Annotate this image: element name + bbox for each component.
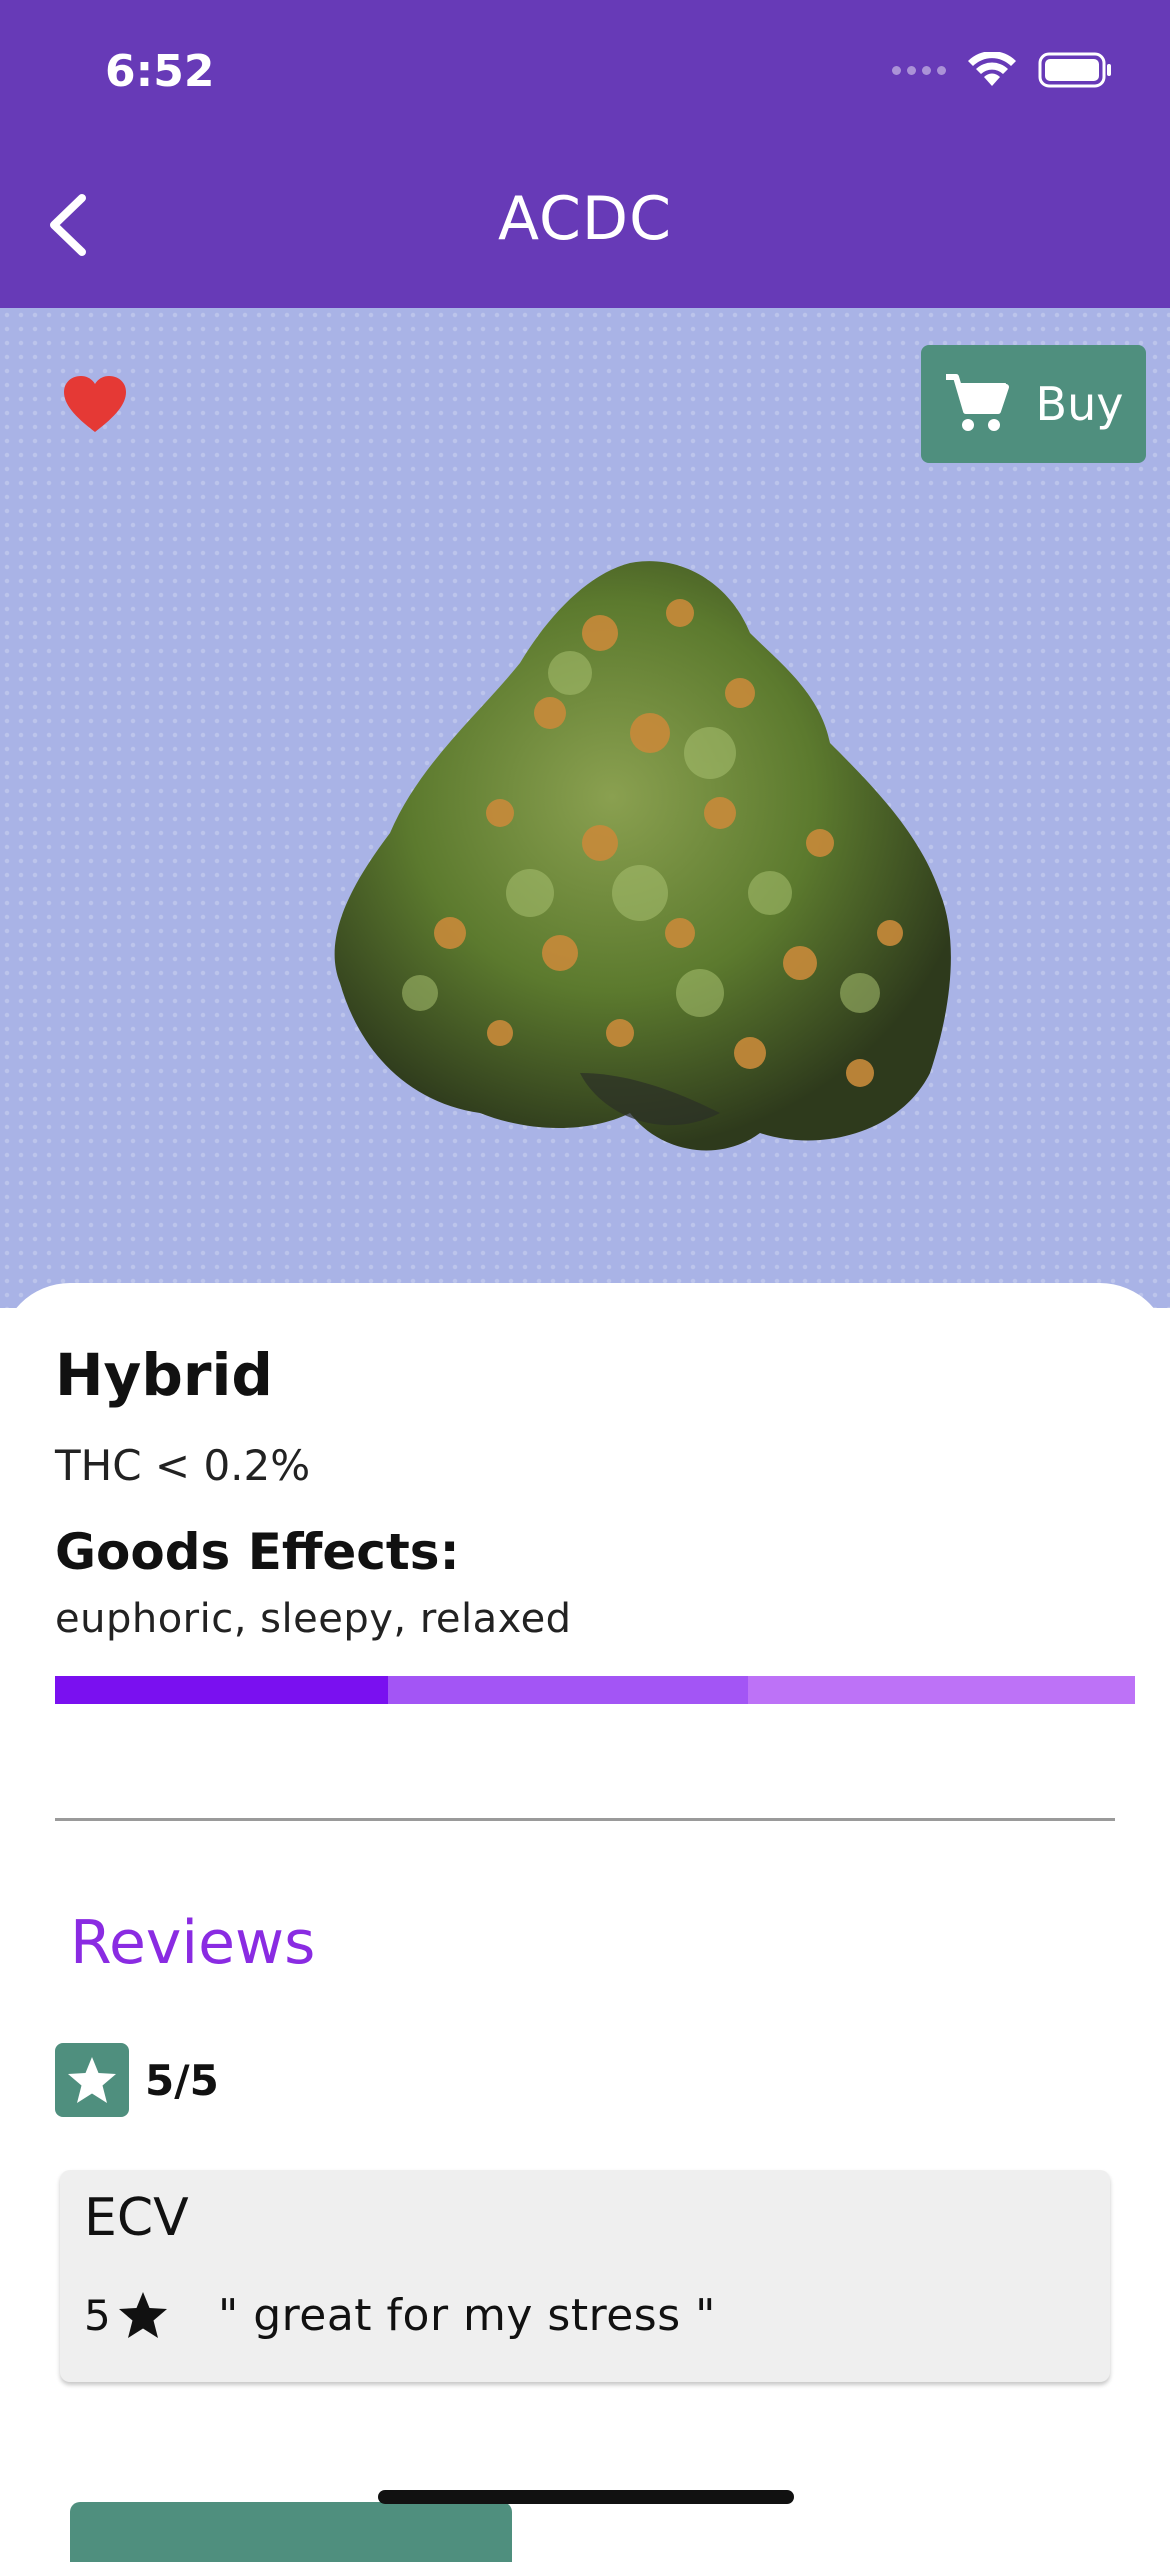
favorite-button[interactable] bbox=[62, 374, 128, 434]
effects-bar bbox=[55, 1676, 1135, 1704]
app-header: 6:52 ACDC bbox=[0, 0, 1170, 308]
status-time: 6:52 bbox=[105, 46, 215, 97]
average-rating: 5/5 bbox=[55, 2043, 219, 2117]
product-image bbox=[334, 561, 951, 1151]
thc-level: THC < 0.2% bbox=[55, 1441, 311, 1490]
page-title: ACDC bbox=[498, 184, 672, 254]
buy-button[interactable]: Buy bbox=[921, 345, 1146, 463]
review-rating: 5 bbox=[84, 2290, 169, 2340]
effect-segment-relaxed bbox=[748, 1676, 1135, 1704]
effects-list: euphoric, sleepy, relaxed bbox=[55, 1596, 572, 1642]
rating-value: 5/5 bbox=[145, 2055, 219, 2105]
wifi-icon bbox=[968, 52, 1016, 86]
review-rating-value: 5 bbox=[84, 2290, 111, 2340]
cart-icon bbox=[945, 374, 1009, 431]
product-hero: Buy bbox=[0, 308, 1170, 1308]
strain-type: Hybrid bbox=[55, 1341, 273, 1409]
add-review-button[interactable] bbox=[70, 2502, 512, 2562]
effect-segment-sleepy bbox=[388, 1676, 748, 1704]
battery-icon bbox=[1038, 52, 1111, 88]
status-icons bbox=[892, 52, 1112, 88]
reviews-heading: Reviews bbox=[70, 1908, 316, 1978]
details-sheet: Hybrid THC < 0.2% Goods Effects: euphori… bbox=[0, 1283, 1170, 2562]
cellular-signal-icon bbox=[892, 65, 946, 75]
heart-icon bbox=[64, 376, 126, 432]
star-icon bbox=[118, 2292, 167, 2338]
effect-segment-euphoric bbox=[55, 1676, 388, 1704]
review-author: ECV bbox=[84, 2188, 189, 2248]
effects-heading: Goods Effects: bbox=[55, 1523, 460, 1581]
review-card: ECV 5 " great for my stress " bbox=[60, 2170, 1110, 2382]
divider bbox=[55, 1818, 1115, 1821]
buy-button-label: Buy bbox=[1035, 377, 1124, 431]
star-icon bbox=[68, 2057, 116, 2103]
review-text: " great for my stress " bbox=[218, 2290, 716, 2341]
rating-badge bbox=[55, 2043, 129, 2117]
home-indicator[interactable] bbox=[378, 2490, 794, 2504]
